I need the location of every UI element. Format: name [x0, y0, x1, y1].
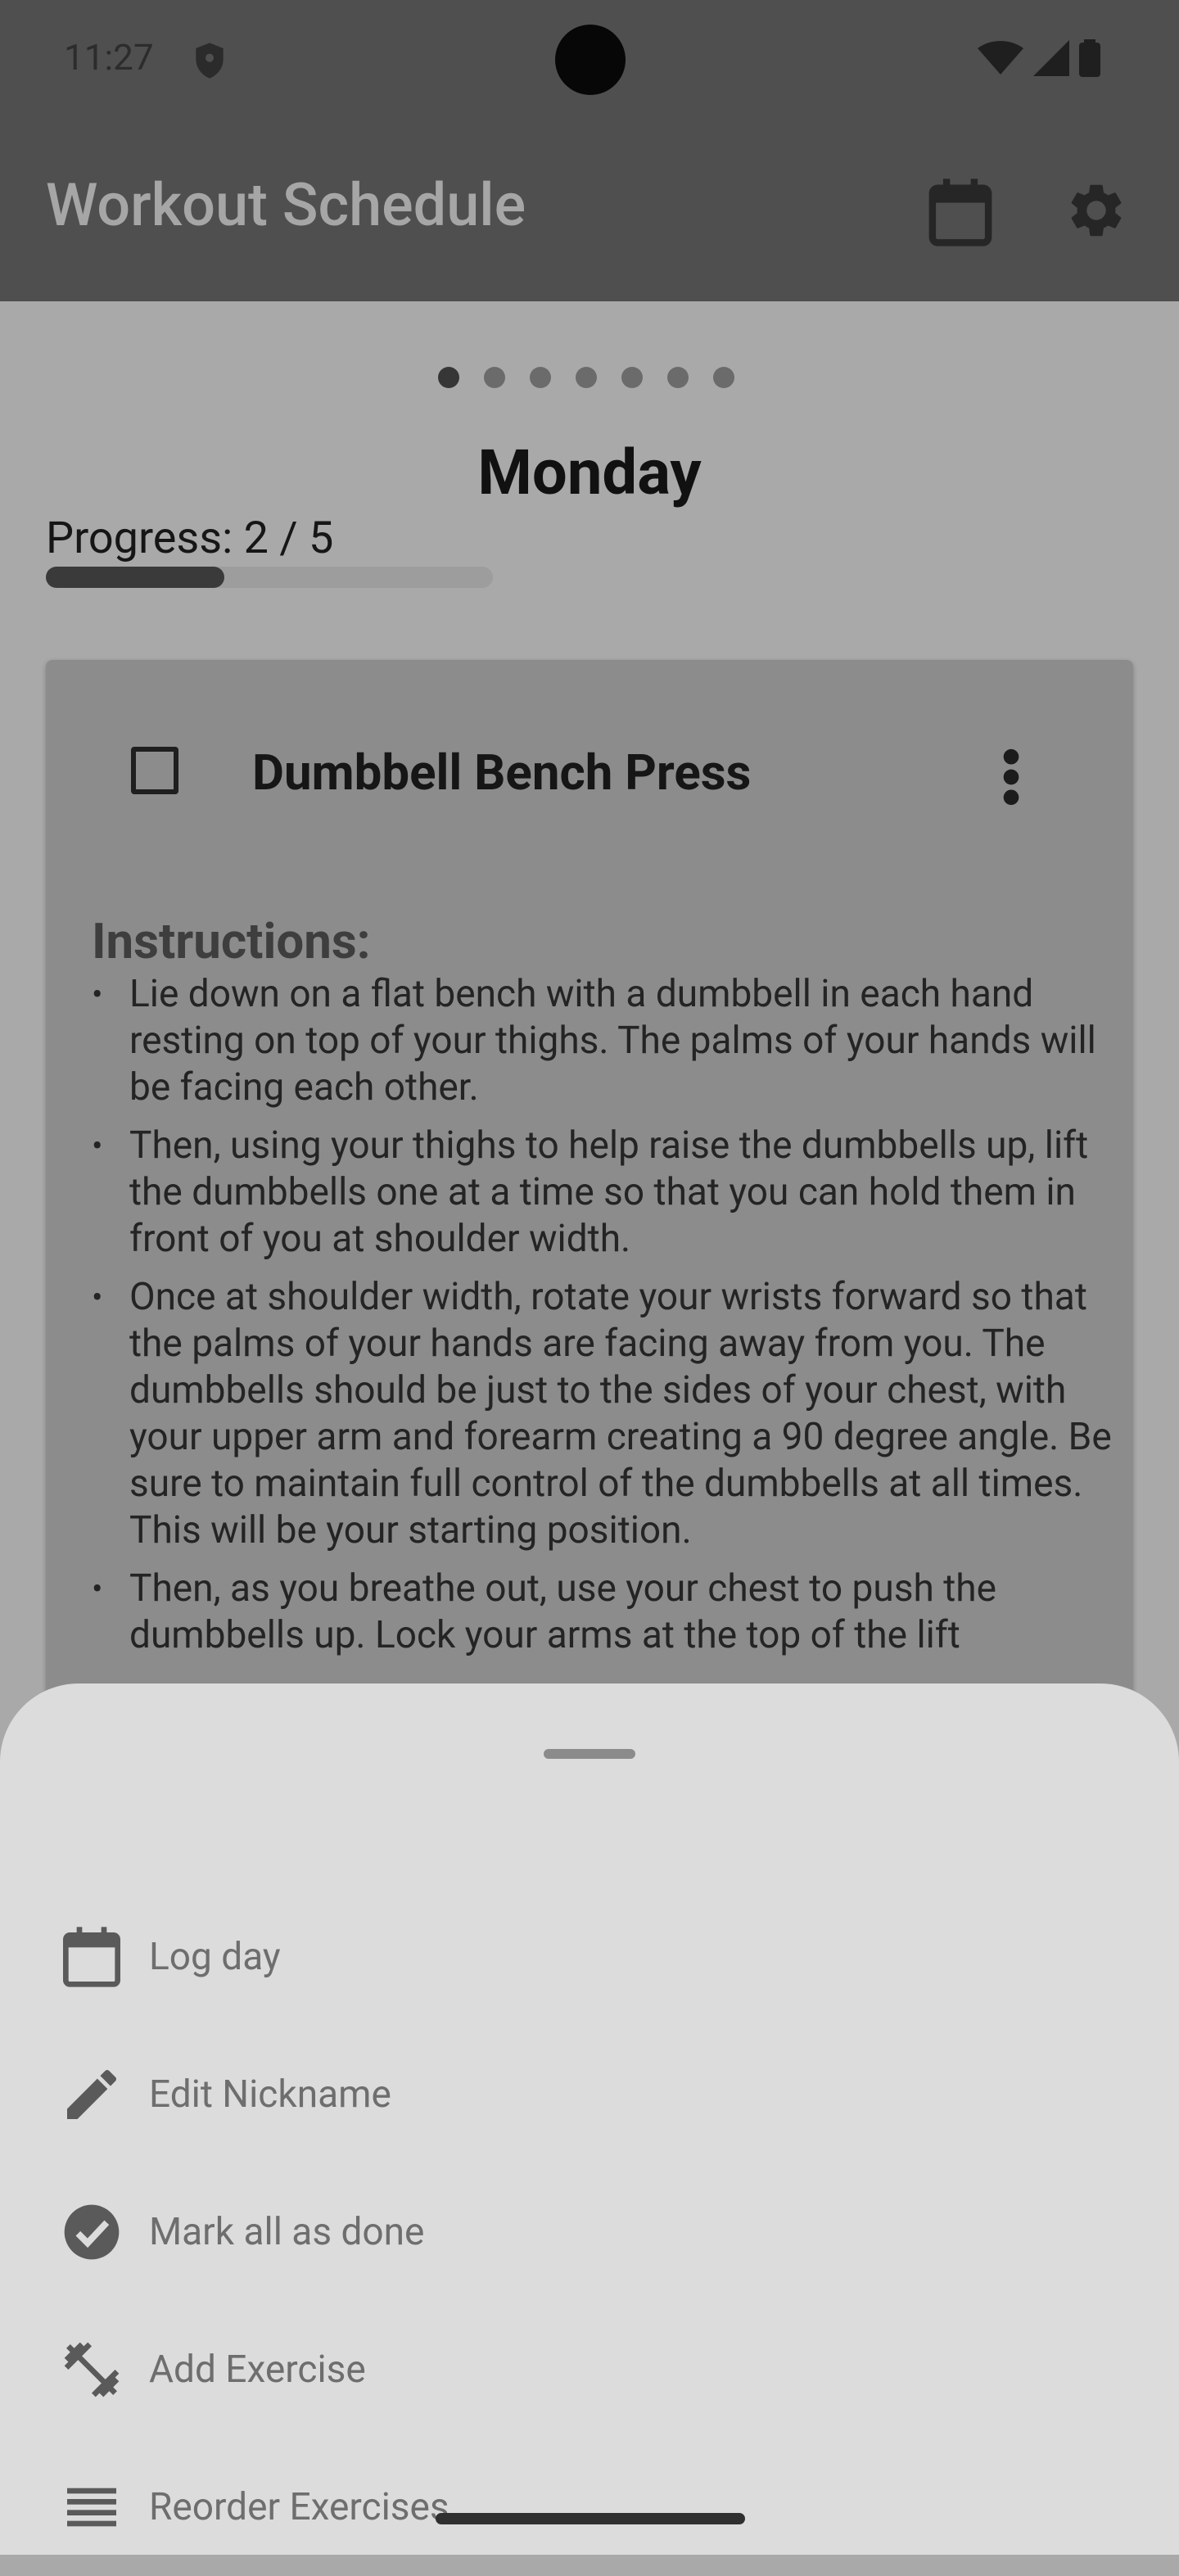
- page-dot-6[interactable]: [667, 367, 689, 388]
- camera-cutout: [555, 25, 626, 95]
- exercise-checkbox[interactable]: [131, 747, 178, 794]
- dumbbell-icon: [64, 2342, 120, 2397]
- menu-item-label: Add Exercise: [149, 2348, 366, 2392]
- pencil-icon: [67, 2069, 117, 2119]
- battery-icon: [1079, 39, 1100, 77]
- day-title: Monday: [477, 436, 702, 509]
- check-circle-icon: [64, 2204, 120, 2260]
- app-title: Workout Schedule: [46, 170, 526, 240]
- page-dot-3[interactable]: [530, 367, 551, 388]
- progress-bar: [46, 567, 493, 588]
- menu-item-label: Edit Nickname: [149, 2072, 391, 2117]
- page-dot-2[interactable]: [484, 367, 505, 388]
- progress-bar-fill: [46, 567, 225, 588]
- calendar-icon: [63, 1927, 120, 1987]
- instructions-title: Instructions:: [92, 912, 371, 970]
- instruction-item: Lie down on a flat bench with a dumbbell…: [92, 971, 1123, 1111]
- instruction-item: Then, using your thighs to help raise th…: [92, 1123, 1123, 1263]
- reorder-icon: [67, 2488, 116, 2527]
- page-dot-7[interactable]: [713, 367, 734, 388]
- bottom-sheet[interactable]: Log day Edit Nickname Mark all as done A…: [0, 1683, 1179, 2555]
- status-bar: 11:27: [0, 0, 1179, 123]
- page-dot-1[interactable]: [438, 367, 459, 388]
- menu-item-mark-all-done[interactable]: Mark all as done: [0, 2163, 1179, 2301]
- menu-item-edit-nickname[interactable]: Edit Nickname: [0, 2026, 1179, 2163]
- menu-item-label: Reorder Exercises: [149, 2485, 449, 2529]
- menu-item-reorder-exercises[interactable]: Reorder Exercises: [0, 2438, 1179, 2576]
- page-dot-4[interactable]: [576, 367, 597, 388]
- wifi-icon: [978, 41, 1023, 75]
- more-vert-icon[interactable]: [1001, 748, 1022, 806]
- menu-item-label: Mark all as done: [149, 2210, 425, 2254]
- instruction-item: Then, as you breathe out, use your chest…: [92, 1566, 1123, 1659]
- signal-icon: [1033, 40, 1069, 76]
- app-bar: Workout Schedule: [0, 123, 1179, 301]
- progress-label: Progress: 2 / 5: [46, 513, 334, 564]
- status-time: 11:27: [64, 36, 154, 79]
- calendar-icon[interactable]: [928, 177, 992, 247]
- gesture-nav-handle[interactable]: [436, 2513, 745, 2524]
- drag-handle[interactable]: [544, 1749, 635, 1759]
- menu-item-label: Log day: [149, 1935, 281, 1979]
- menu-item-log-day[interactable]: Log day: [0, 1888, 1179, 2026]
- status-icons: [978, 39, 1100, 77]
- page-dot-5[interactable]: [621, 367, 643, 388]
- page-indicator: [438, 367, 734, 388]
- menu-item-add-exercise[interactable]: Add Exercise: [0, 2301, 1179, 2438]
- exercise-name: Dumbbell Bench Press: [252, 743, 752, 802]
- instructions-list: Lie down on a flat bench with a dumbbell…: [92, 971, 1123, 1670]
- shield-icon: [196, 43, 224, 79]
- instruction-item: Once at shoulder width, rotate your wris…: [92, 1274, 1123, 1554]
- settings-icon[interactable]: [1064, 179, 1128, 242]
